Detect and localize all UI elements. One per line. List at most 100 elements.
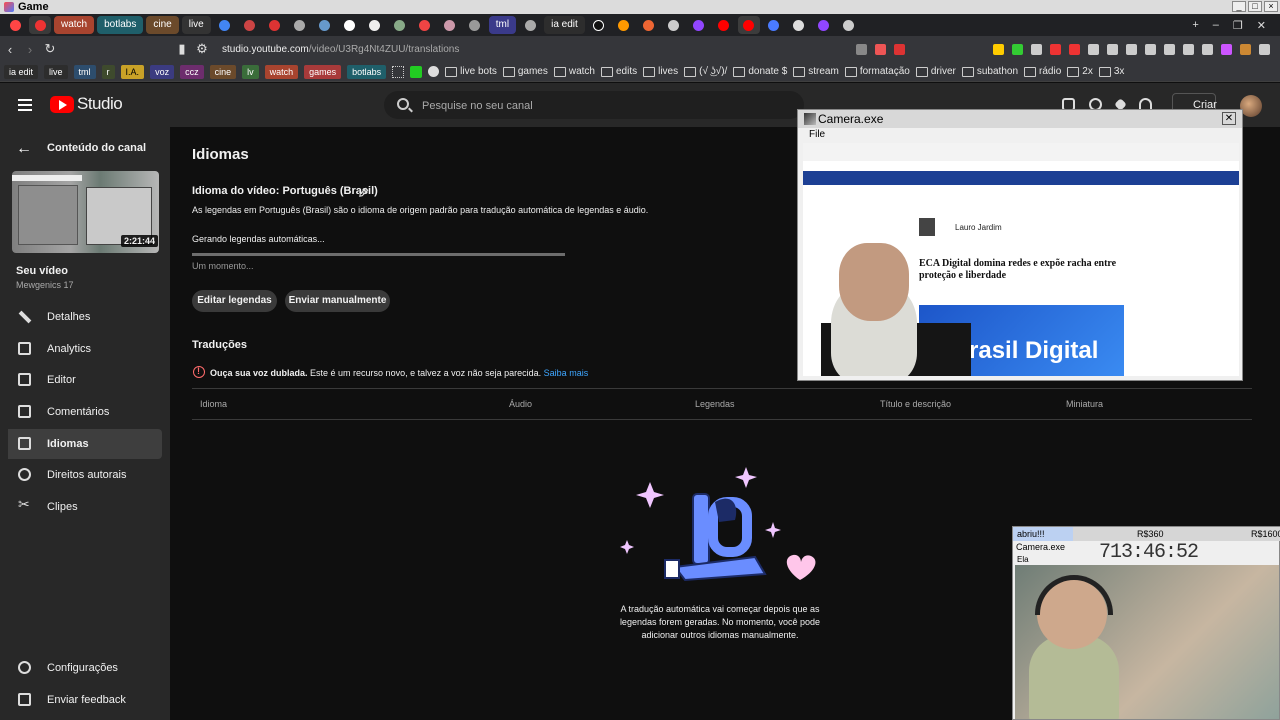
browser-tab[interactable] bbox=[688, 16, 710, 34]
hamburger-menu-icon[interactable] bbox=[18, 99, 32, 111]
sidebar-item-direitos-autorais[interactable]: Direitos autorais bbox=[8, 460, 162, 490]
extension-icon[interactable] bbox=[1183, 43, 1194, 55]
extension-icon[interactable] bbox=[1012, 43, 1023, 55]
reload-icon[interactable]: ↻ bbox=[40, 41, 60, 57]
site-info-icon[interactable]: ⚙ bbox=[192, 41, 212, 57]
browser-tab[interactable] bbox=[264, 16, 286, 34]
bookmark-icon-round[interactable] bbox=[428, 66, 440, 77]
rewards-icon[interactable] bbox=[894, 43, 905, 55]
bookmark-folder[interactable]: formatação bbox=[845, 66, 910, 77]
camera-file-menu[interactable]: File bbox=[809, 129, 825, 140]
bookmark-folder[interactable]: games bbox=[503, 66, 548, 77]
extension-icon[interactable] bbox=[1221, 43, 1232, 55]
tab-tml[interactable]: tml bbox=[488, 16, 517, 34]
bookmark-chip[interactable]: lv bbox=[242, 64, 259, 79]
download-icon[interactable] bbox=[1126, 43, 1137, 55]
browser-tab[interactable] bbox=[713, 16, 735, 34]
url-field[interactable]: studio.youtube.com/video/U3Rg4Nt4ZUU/tra… bbox=[222, 38, 459, 60]
browser-tab[interactable] bbox=[239, 16, 261, 34]
bookmark-folder[interactable]: live bots bbox=[445, 66, 497, 77]
upload-manually-button[interactable]: Enviar manualmente bbox=[285, 290, 390, 312]
back-nav-icon[interactable]: ‹ bbox=[0, 42, 20, 57]
tab-botlabs[interactable]: botlabs bbox=[97, 16, 144, 34]
sidebar-item-comentarios[interactable]: Comentários bbox=[8, 397, 162, 427]
new-tab-icon[interactable]: + bbox=[1192, 19, 1198, 32]
brave-shield-icon[interactable] bbox=[875, 43, 886, 55]
bookmark-folder[interactable]: lives bbox=[643, 66, 678, 77]
bookmark-chip[interactable]: watch bbox=[264, 64, 299, 79]
bookmark-chip[interactable]: r bbox=[101, 64, 115, 79]
extension-icon[interactable] bbox=[1088, 43, 1099, 55]
browser-tab[interactable] bbox=[339, 16, 361, 34]
browser-tab[interactable] bbox=[763, 16, 785, 34]
bookmark-icon-green[interactable] bbox=[410, 65, 423, 78]
close-button[interactable]: × bbox=[1264, 1, 1278, 12]
browser-tab[interactable] bbox=[813, 16, 835, 34]
channel-content-link[interactable]: Conteúdo do canal bbox=[47, 142, 146, 154]
bookmark-folder[interactable]: (√ ͜ʖ√)/ bbox=[684, 66, 727, 77]
browser-tab[interactable] bbox=[588, 16, 610, 34]
sidebar-item-clipes[interactable]: ✂ Clipes bbox=[8, 492, 162, 522]
learn-more-link[interactable]: Saiba mais bbox=[544, 368, 589, 378]
browser-tab[interactable] bbox=[663, 16, 685, 34]
extension-icon[interactable] bbox=[1069, 43, 1080, 55]
bookmark-icon[interactable]: ▮ bbox=[172, 41, 192, 57]
edit-captions-button[interactable]: Editar legendas bbox=[192, 290, 277, 312]
menu-dots-icon[interactable] bbox=[1259, 43, 1270, 55]
share-icon[interactable] bbox=[856, 43, 867, 55]
bookmark-folder[interactable]: stream bbox=[793, 66, 839, 77]
window-close-icon[interactable]: ✕ bbox=[1257, 19, 1266, 32]
sidebar-item-configuracoes[interactable]: Configurações bbox=[8, 653, 162, 683]
sidebar-item-editor[interactable]: Editor bbox=[8, 365, 162, 395]
tab-watch[interactable]: watch bbox=[54, 16, 95, 34]
extension-icon[interactable] bbox=[1031, 43, 1042, 55]
profile-icon[interactable] bbox=[1240, 43, 1251, 55]
browser-tab[interactable] bbox=[838, 16, 860, 34]
bookmark-chip[interactable]: I.A. bbox=[120, 64, 145, 79]
bookmark-chip[interactable]: voz bbox=[150, 64, 175, 79]
extension-icon[interactable] bbox=[1202, 43, 1213, 55]
tab-ia-edit[interactable]: ia edit bbox=[544, 16, 585, 34]
avatar[interactable] bbox=[1240, 95, 1262, 117]
search-icon[interactable] bbox=[397, 98, 409, 110]
bookmark-chip[interactable]: live bbox=[44, 64, 68, 79]
bookmark-chip[interactable]: games bbox=[304, 64, 342, 79]
extension-icon[interactable] bbox=[993, 43, 1004, 55]
window-minimize-icon[interactable]: – bbox=[1213, 19, 1219, 32]
browser-tab[interactable] bbox=[638, 16, 660, 34]
sidebar-item-detalhes[interactable]: Detalhes bbox=[8, 302, 162, 332]
bookmark-chip[interactable]: ccz bbox=[180, 64, 204, 79]
second-camera-window[interactable]: abriu!!! R$360 R$1600 Camera.exe 713:46:… bbox=[1012, 526, 1280, 720]
bookmark-folder[interactable]: 3x bbox=[1099, 66, 1125, 77]
bookmark-folder[interactable]: edits bbox=[601, 66, 637, 77]
browser-tab[interactable] bbox=[364, 16, 386, 34]
browser-tab[interactable] bbox=[29, 16, 51, 34]
bookmark-folder[interactable]: donate $ bbox=[733, 66, 787, 77]
bookmark-chip[interactable]: tml bbox=[73, 64, 96, 79]
second-camera-menu[interactable]: Ela bbox=[1017, 555, 1029, 564]
camera-window[interactable]: Camera.exe ✕ File Lauro Jardim ECA Digit… bbox=[797, 109, 1243, 381]
back-arrow-icon[interactable]: ← bbox=[16, 140, 32, 158]
window-restore-icon[interactable]: ❐ bbox=[1233, 19, 1243, 32]
bookmark-chip[interactable]: botlabs bbox=[347, 64, 387, 79]
extension-icon[interactable] bbox=[1107, 43, 1118, 55]
extension-icon[interactable] bbox=[1164, 43, 1175, 55]
apps-grid-icon[interactable] bbox=[392, 65, 405, 78]
browser-tab[interactable] bbox=[464, 16, 486, 34]
sidebar-item-analytics[interactable]: Analytics bbox=[8, 334, 162, 364]
forward-nav-icon[interactable]: › bbox=[20, 42, 40, 57]
extension-icon[interactable] bbox=[1050, 43, 1061, 55]
bookmark-folder[interactable]: 2x bbox=[1067, 66, 1093, 77]
bookmark-folder[interactable]: subathon bbox=[962, 66, 1018, 77]
bookmark-chip[interactable]: ia edit bbox=[4, 64, 39, 79]
browser-tab[interactable] bbox=[519, 16, 541, 34]
browser-tab[interactable] bbox=[414, 16, 436, 34]
tab-live[interactable]: live bbox=[181, 16, 211, 34]
bookmark-folder[interactable]: driver bbox=[916, 66, 956, 77]
tab-cine[interactable]: cine bbox=[146, 16, 179, 34]
camera-close-button[interactable]: ✕ bbox=[1222, 112, 1236, 125]
bookmark-chip[interactable]: cine bbox=[209, 64, 237, 79]
browser-tab[interactable] bbox=[439, 16, 461, 34]
browser-tab[interactable] bbox=[289, 16, 311, 34]
search-input[interactable]: Pesquise no seu canal bbox=[422, 100, 533, 112]
